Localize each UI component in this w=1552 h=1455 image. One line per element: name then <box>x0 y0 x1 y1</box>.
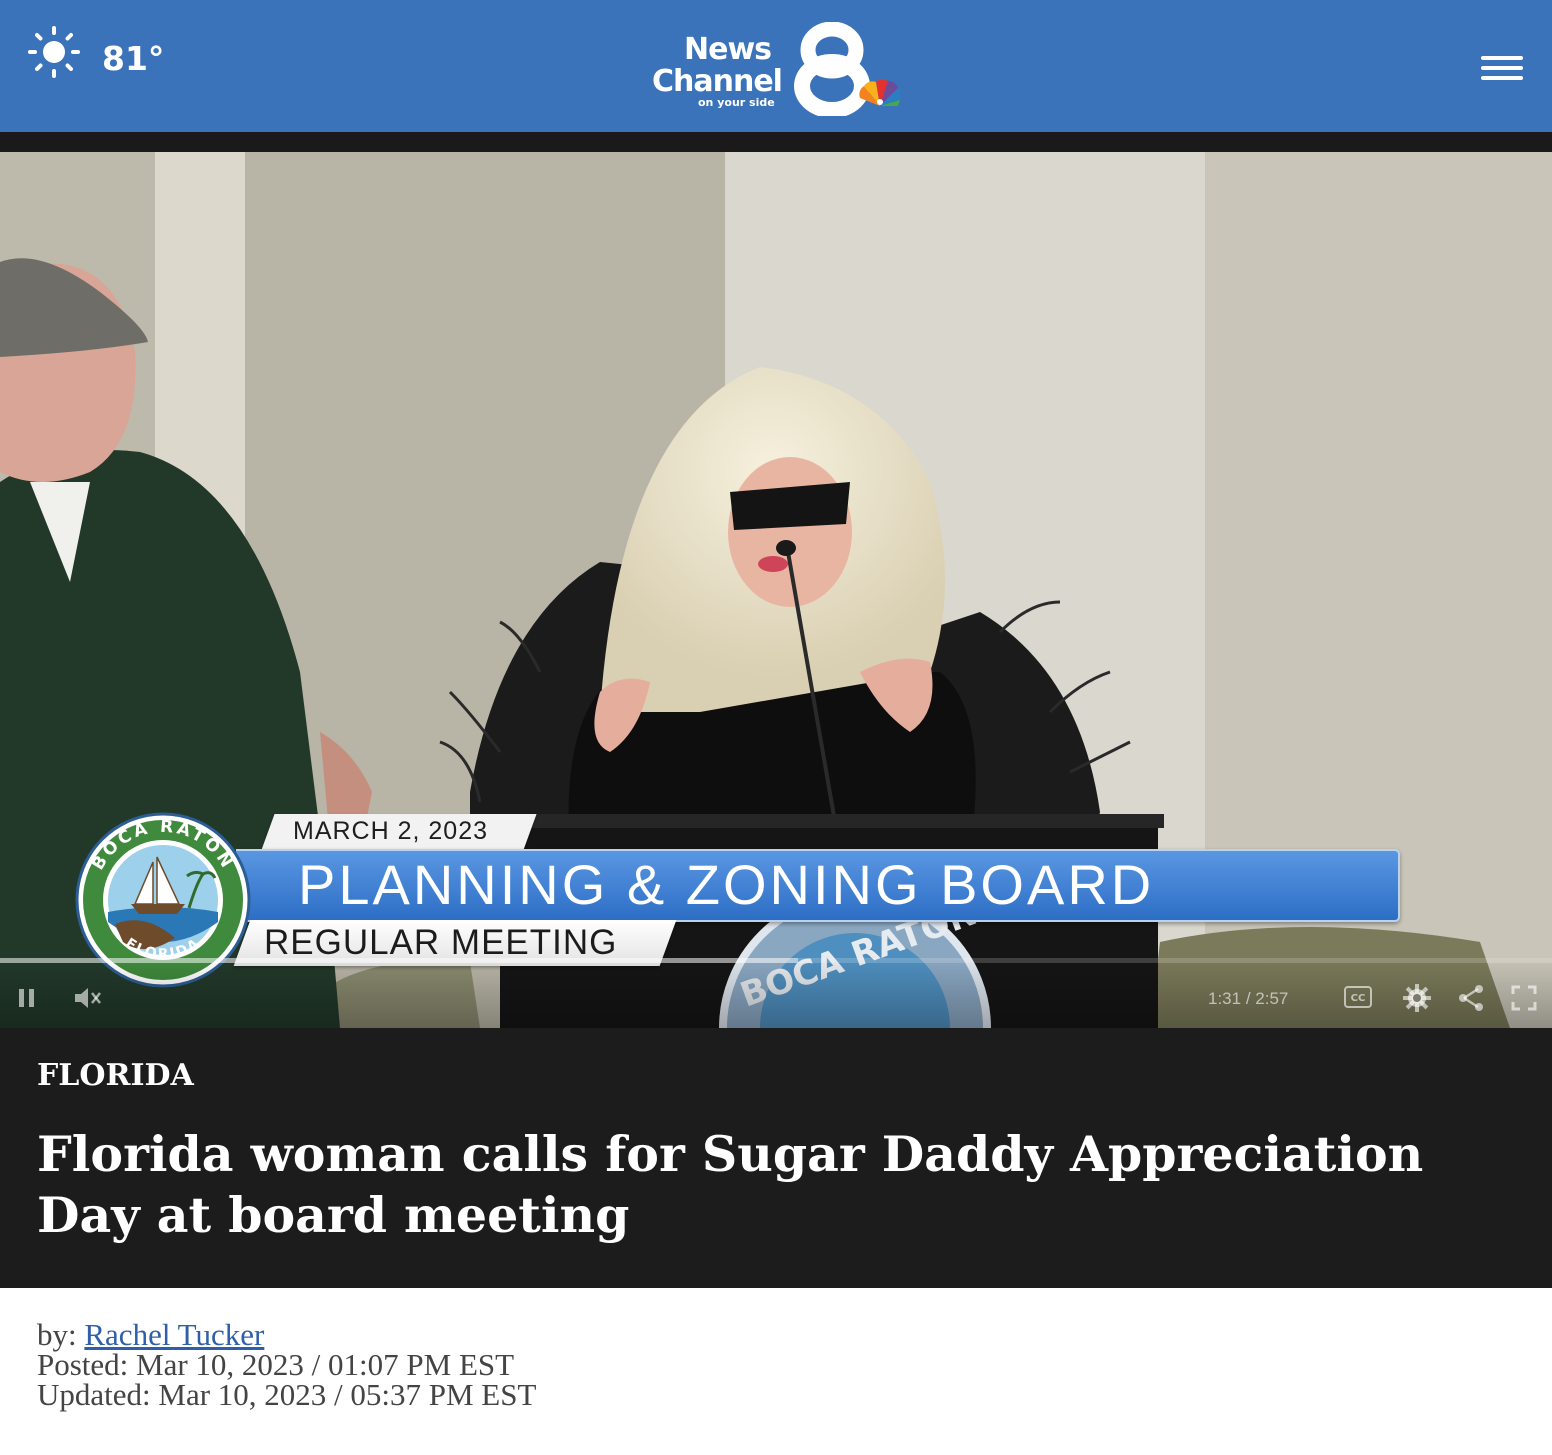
updated-date: Updated: Mar 10, 2023 / 05:37 PM EST <box>37 1377 537 1412</box>
video-player[interactable]: BOCA RATON MARCH 2, 2023 PLANNING & ZONI… <box>0 152 1552 1028</box>
video-top-band <box>0 132 1552 152</box>
site-header: 81° News Channel on your side <box>0 0 1552 132</box>
lower-third-date: MARCH 2, 2023 <box>293 817 489 845</box>
gear-icon[interactable] <box>1402 983 1432 1013</box>
duration: 2:57 <box>1255 989 1289 1008</box>
category-link[interactable]: FLORIDA <box>37 1058 194 1093</box>
lower-third-title: PLANNING & ZONING BOARD <box>298 853 1155 916</box>
playback-time: 1:31 / 2:57 <box>1208 989 1289 1008</box>
site-logo[interactable]: News Channel on your side <box>648 22 908 118</box>
temperature: 81° <box>102 38 165 78</box>
logo-tagline: on your side <box>698 96 775 109</box>
logo-channel-text: Channel <box>652 64 783 99</box>
sun-icon <box>28 26 80 78</box>
posted-date: Posted: Mar 10, 2023 / 01:07 PM EST <box>37 1347 515 1382</box>
article-header: FLORIDA Florida woman calls for Sugar Da… <box>0 1028 1552 1288</box>
closed-captions-icon[interactable]: CC <box>1344 986 1372 1008</box>
article-byline: by: Rachel Tucker Posted: Mar 10, 2023 /… <box>37 1319 537 1412</box>
logo-eight-mark <box>794 22 900 116</box>
weather-widget[interactable]: 81° <box>26 24 164 80</box>
fullscreen-icon[interactable] <box>1510 984 1538 1012</box>
current-time: 1:31 <box>1208 989 1242 1008</box>
share-icon[interactable] <box>1456 983 1486 1013</box>
progress-fill <box>0 958 798 963</box>
article-title: Florida woman calls for Sugar Daddy Appr… <box>37 1125 1424 1244</box>
mute-icon[interactable] <box>72 984 102 1012</box>
hamburger-menu-icon[interactable] <box>1478 50 1526 86</box>
cc-label: CC <box>1351 993 1366 1004</box>
player-controls-bar <box>0 956 1552 1028</box>
author-line: by: Rachel Tucker <box>37 1319 536 1350</box>
pause-icon[interactable] <box>16 986 38 1010</box>
logo-news-text: News <box>684 32 772 67</box>
